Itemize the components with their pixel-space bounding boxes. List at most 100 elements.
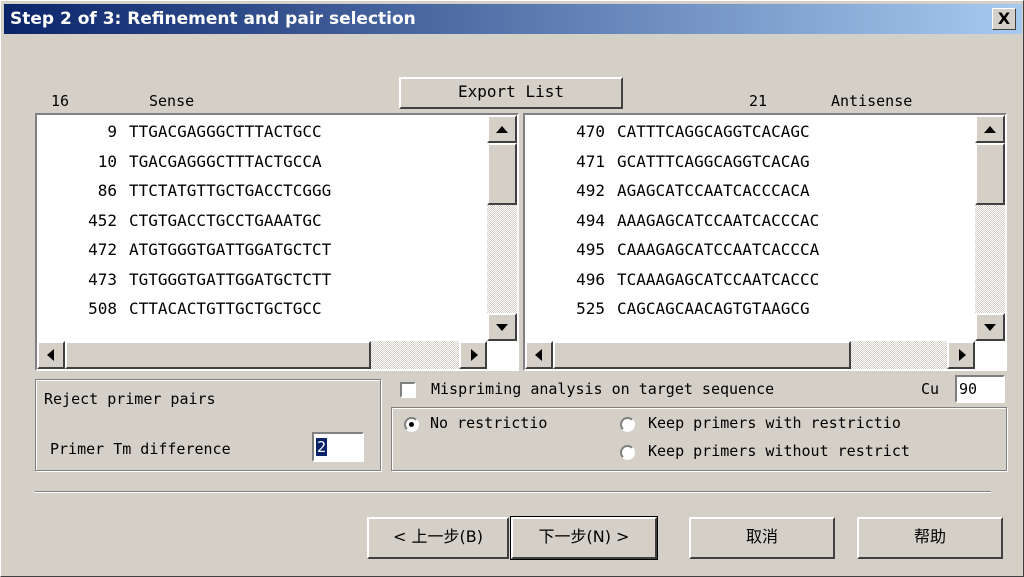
primer-sequence: CTTACACTGTTGCTGCTGCC bbox=[129, 299, 322, 318]
back-button[interactable]: < 上一步(B) bbox=[367, 517, 509, 559]
list-item[interactable]: 9 TTGACGAGGGCTTTACTGCC bbox=[37, 117, 477, 146]
list-item[interactable]: 495 CAAAGAGCATCCAATCACCCA bbox=[525, 235, 965, 264]
tm-difference-label: Primer Tm difference bbox=[50, 440, 231, 458]
position-number: 9 bbox=[107, 122, 117, 141]
sense-hscroll[interactable] bbox=[37, 341, 487, 369]
cu-label: Cu bbox=[921, 380, 940, 398]
primer-sequence: AAAGAGCATCCAATCACCCAC bbox=[617, 210, 820, 230]
reject-group-title: Reject primer pairs bbox=[44, 390, 216, 408]
radio-keep-with-restriction[interactable] bbox=[620, 417, 635, 432]
position-number: 470 bbox=[576, 122, 605, 141]
arrow-down-icon bbox=[984, 324, 996, 331]
arrow-up-icon bbox=[496, 126, 508, 133]
list-item[interactable]: 492 AGAGCATCCAATCACCCACA bbox=[525, 176, 965, 205]
position-number: 508 bbox=[88, 299, 117, 318]
title-bar: Step 2 of 3: Refinement and pair selecti… bbox=[4, 4, 1022, 34]
position-number: 492 bbox=[576, 181, 605, 200]
scroll-left-button[interactable] bbox=[525, 341, 553, 369]
scroll-up-button[interactable] bbox=[487, 115, 517, 143]
antisense-hscroll[interactable] bbox=[525, 341, 975, 369]
cu-value: 90 bbox=[959, 380, 978, 398]
arrow-left-icon bbox=[47, 349, 54, 361]
list-item[interactable]: 508 CTTACACTGTTGCTGCTGCC bbox=[37, 294, 477, 323]
list-item[interactable]: 470 CATTTCAGGCAGGTCACAGC bbox=[525, 117, 965, 146]
arrow-up-icon bbox=[984, 126, 996, 133]
position-number: 10 bbox=[97, 151, 117, 171]
arrow-left-icon bbox=[535, 349, 542, 361]
primer-sequence: AGAGCATCCAATCACCCACA bbox=[617, 181, 810, 200]
close-button[interactable]: X bbox=[992, 8, 1016, 30]
list-item[interactable]: 473 TGTGGGTGATTGGATGCTCTT bbox=[37, 265, 477, 294]
scroll-up-button[interactable] bbox=[975, 115, 1005, 143]
scroll-right-button[interactable] bbox=[459, 341, 487, 369]
sense-list[interactable]: 9 TTGACGAGGGCTTTACTGCC 10 TGACGAGGGCTTTACTG… bbox=[35, 113, 519, 371]
list-item[interactable]: 471 GCATTTCAGGCAGGTCACAG bbox=[525, 147, 965, 176]
scroll-left-button[interactable] bbox=[37, 341, 65, 369]
primer-sequence: TCAAAGAGCATCCAATCACCC bbox=[617, 269, 820, 289]
list-item[interactable]: 452 CTGTGACCTGCCTGAAATGC bbox=[37, 206, 477, 235]
restriction-group: No restrictio Keep primers with restrict… bbox=[391, 407, 1007, 471]
radio-keep-without-restriction[interactable] bbox=[620, 445, 635, 460]
tm-difference-value: 2 bbox=[316, 438, 328, 456]
list-item[interactable]: 494 AAAGAGCATCCAATCACCCAC bbox=[525, 206, 965, 235]
scroll-thumb[interactable] bbox=[487, 143, 517, 205]
reject-primer-group: Reject primer pairs Primer Tm difference… bbox=[35, 379, 381, 471]
primer-sequence: CAGCAGCAACAGTGTAAGCG bbox=[617, 299, 810, 318]
list-item[interactable]: 10 TGACGAGGGCTTTACTGCCA bbox=[37, 147, 477, 176]
antisense-vscroll[interactable] bbox=[975, 115, 1005, 341]
dialog-window: Step 2 of 3: Refinement and pair selecti… bbox=[0, 0, 1024, 577]
position-number: 525 bbox=[576, 299, 605, 318]
primer-sequence: TGTGGGTGATTGGATGCTCTT bbox=[129, 269, 332, 289]
antisense-label: Antisense bbox=[831, 92, 913, 110]
arrow-right-icon bbox=[959, 349, 966, 361]
sense-label: Sense bbox=[149, 92, 195, 110]
mispriming-checkbox[interactable] bbox=[400, 382, 416, 398]
cancel-button[interactable]: 取消 bbox=[689, 517, 835, 559]
position-number: 471 bbox=[576, 151, 605, 171]
keep-with-restriction-label: Keep primers with restrictio bbox=[648, 414, 901, 432]
position-number: 494 bbox=[576, 210, 605, 230]
arrow-right-icon bbox=[471, 349, 478, 361]
sense-vscroll[interactable] bbox=[487, 115, 517, 341]
position-number: 472 bbox=[88, 240, 117, 259]
scroll-down-button[interactable] bbox=[975, 313, 1005, 341]
list-item[interactable]: 86 TTCTATGTTGCTGACCTCGGG bbox=[37, 176, 477, 205]
cu-input[interactable]: 90 bbox=[955, 375, 1005, 403]
sense-count: 16 bbox=[51, 92, 70, 110]
position-number: 86 bbox=[97, 181, 117, 200]
scroll-thumb[interactable] bbox=[65, 341, 371, 369]
no-restriction-label: No restrictio bbox=[430, 414, 548, 432]
list-item[interactable]: 496 TCAAAGAGCATCCAATCACCC bbox=[525, 265, 965, 294]
mispriming-label: Mispriming analysis on target sequence bbox=[431, 380, 775, 398]
tm-difference-input[interactable]: 2 bbox=[312, 432, 364, 462]
position-number: 496 bbox=[576, 269, 605, 289]
next-button[interactable]: 下一步(N) > bbox=[510, 516, 658, 560]
list-item[interactable]: 525 CAGCAGCAACAGTGTAAGCG bbox=[525, 294, 965, 323]
scroll-thumb[interactable] bbox=[553, 341, 851, 369]
position-number: 452 bbox=[88, 210, 117, 230]
primer-sequence: GCATTTCAGGCAGGTCACAG bbox=[617, 151, 810, 171]
export-list-button[interactable]: Export List bbox=[399, 77, 623, 109]
antisense-count: 21 bbox=[749, 92, 768, 110]
primer-sequence: CTGTGACCTGCCTGAAATGC bbox=[129, 210, 322, 230]
primer-sequence: ATGTGGGTGATTGGATGCTCT bbox=[129, 240, 332, 259]
separator-line bbox=[35, 491, 991, 493]
antisense-list[interactable]: 470 CATTTCAGGCAGGTCACAGC 471 GCATTTCAGGCAGG… bbox=[523, 113, 1007, 371]
radio-no-restriction[interactable] bbox=[404, 417, 419, 432]
window-title: Step 2 of 3: Refinement and pair selecti… bbox=[10, 9, 416, 29]
list-item[interactable]: 472 ATGTGGGTGATTGGATGCTCT bbox=[37, 235, 477, 264]
primer-sequence: TTCTATGTTGCTGACCTCGGG bbox=[129, 181, 332, 200]
radio-selected-dot bbox=[409, 422, 414, 427]
primer-sequence: CAAAGAGCATCCAATCACCCA bbox=[617, 240, 820, 259]
arrow-down-icon bbox=[496, 324, 508, 331]
scroll-right-button[interactable] bbox=[947, 341, 975, 369]
help-button[interactable]: 帮助 bbox=[857, 517, 1003, 559]
scroll-thumb[interactable] bbox=[975, 143, 1005, 205]
position-number: 473 bbox=[88, 269, 117, 289]
scroll-down-button[interactable] bbox=[487, 313, 517, 341]
primer-sequence: TTGACGAGGGCTTTACTGCC bbox=[129, 122, 322, 141]
position-number: 495 bbox=[576, 240, 605, 259]
primer-sequence: CATTTCAGGCAGGTCACAGC bbox=[617, 122, 810, 141]
keep-without-restriction-label: Keep primers without restrict bbox=[648, 442, 910, 460]
primer-sequence: TGACGAGGGCTTTACTGCCA bbox=[129, 151, 322, 171]
